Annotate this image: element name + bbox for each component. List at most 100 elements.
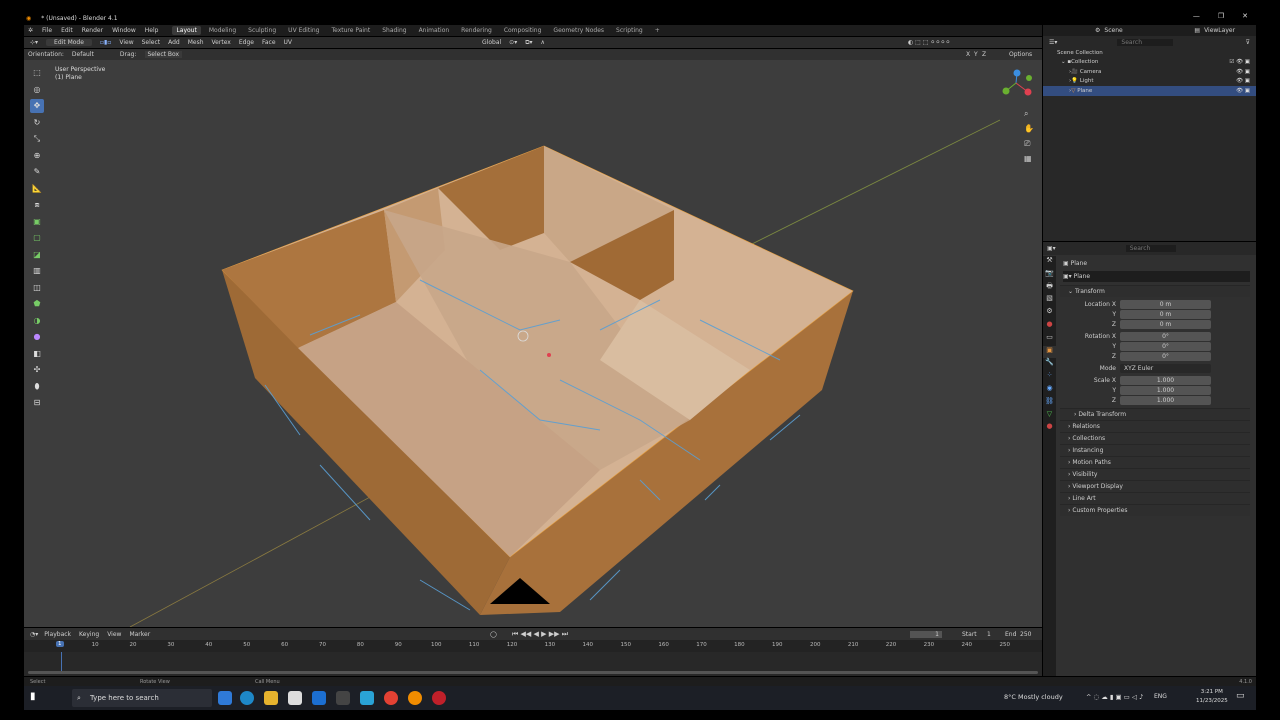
chrome-icon[interactable] — [384, 691, 398, 705]
end-frame-field[interactable]: 250 — [1020, 631, 1031, 638]
smooth-tool-icon[interactable]: ● — [30, 330, 44, 344]
mirror-y-toggle[interactable]: Y — [974, 51, 978, 58]
menu-file[interactable]: File — [42, 27, 52, 34]
menu-face[interactable]: Face — [262, 39, 276, 46]
outliner-plane[interactable]: › ▽ Plane 👁 ▣ — [1043, 86, 1256, 96]
menu-uv[interactable]: UV — [284, 39, 293, 46]
mail-icon[interactable] — [312, 691, 326, 705]
tab-texture-paint[interactable]: Texture Paint — [327, 26, 374, 35]
scale-y-field[interactable]: 1.000 — [1120, 385, 1211, 395]
outliner-scene-collection[interactable]: Scene Collection — [1043, 48, 1256, 58]
orientation-dropdown[interactable]: Default — [72, 51, 112, 58]
tab-rendering[interactable]: Rendering — [457, 26, 496, 35]
editor-type-icon[interactable]: ◔▾ — [30, 631, 38, 638]
menu-help[interactable]: Help — [145, 27, 159, 34]
mode-dropdown[interactable]: Edit Mode — [46, 39, 92, 46]
rotate-tool-icon[interactable]: ↻ — [30, 116, 44, 130]
menu-select[interactable]: Select — [142, 39, 161, 46]
autokey-toggle[interactable]: ◯ — [490, 631, 497, 638]
maximize-button[interactable]: ❐ — [1218, 12, 1224, 20]
camera-view-icon[interactable]: ⎚ — [1024, 136, 1034, 151]
edge-icon[interactable] — [240, 691, 254, 705]
keying-menu[interactable]: Keying — [79, 631, 99, 638]
viewport-display-panel[interactable]: › Viewport Display — [1060, 480, 1250, 492]
custom-properties-panel[interactable]: › Custom Properties — [1060, 504, 1250, 516]
pan-hand-icon[interactable]: ✋ — [1024, 121, 1034, 136]
tab-layout[interactable]: Layout — [172, 26, 201, 35]
marker-menu[interactable]: Marker — [129, 631, 150, 638]
extrude-tool-icon[interactable]: ▣ — [30, 215, 44, 229]
language-indicator[interactable]: ENG — [1154, 693, 1167, 700]
weather-widget[interactable]: 8°C Mostly cloudy — [1004, 693, 1063, 701]
annotate-tool-icon[interactable]: ✎ — [30, 165, 44, 179]
mirror-z-toggle[interactable]: Z — [982, 51, 986, 58]
location-y-field[interactable]: 0 m — [1120, 309, 1211, 319]
playback-menu[interactable]: Playback — [44, 631, 71, 638]
transform-orientation-dropdown[interactable]: Global — [482, 39, 501, 46]
collection-tab-icon[interactable]: ▭ — [1043, 333, 1056, 346]
file-explorer-icon[interactable] — [264, 691, 278, 705]
minimize-button[interactable]: — — [1193, 12, 1200, 20]
outliner-light[interactable]: › 💡 Light 👁 ▣ — [1043, 77, 1256, 87]
tab-scripting[interactable]: Scripting — [612, 26, 647, 35]
transform-panel-header[interactable]: ⌄ Transform — [1060, 285, 1250, 297]
collections-panel[interactable]: › Collections — [1060, 432, 1250, 444]
outliner-search[interactable]: Search — [1117, 38, 1174, 46]
store-icon[interactable] — [288, 691, 302, 705]
outliner-camera[interactable]: › 🎥 Camera 👁 ▣ — [1043, 67, 1256, 77]
taskbar-search[interactable]: ⌕ Type here to search — [72, 689, 212, 707]
motion-paths-panel[interactable]: › Motion Paths — [1060, 456, 1250, 468]
tray-icons[interactable]: ^ ◌ ☁ ▮ ▣ ▭ ◁ ♪ — [1086, 693, 1143, 701]
poly-build-tool-icon[interactable]: ⬟ — [30, 297, 44, 311]
scene-field[interactable]: Scene — [1104, 27, 1184, 34]
mirror-x-toggle[interactable]: X — [966, 51, 970, 58]
shear-tool-icon[interactable]: ⬮ — [30, 380, 44, 394]
location-z-field[interactable]: 0 m — [1120, 319, 1211, 329]
editor-type-icon[interactable]: ▣▾ — [1047, 245, 1056, 252]
spin-tool-icon[interactable]: ◑ — [30, 314, 44, 328]
timeline-scrollbar[interactable] — [28, 671, 1038, 674]
add-cube-tool-icon[interactable]: ⧈ — [30, 198, 44, 212]
frame-ruler[interactable]: 1 10 20 30 40 50 60 70 80 90 100 110 120 130 140 150 16… — [24, 640, 1042, 652]
playhead[interactable]: 1 — [56, 641, 64, 647]
menu-view[interactable]: View — [119, 39, 133, 46]
proportional-edit-icon[interactable]: ∧ — [541, 39, 545, 46]
rotation-y-field[interactable]: 0° — [1120, 341, 1211, 351]
properties-search[interactable]: Search — [1125, 245, 1176, 252]
tab-shading[interactable]: Shading — [378, 26, 410, 35]
tab-uv-editing[interactable]: UV Editing — [284, 26, 323, 35]
menu-edit[interactable]: Edit — [61, 27, 73, 34]
scale-tool-icon[interactable]: ⤡ — [30, 132, 44, 146]
edge-slide-tool-icon[interactable]: ◧ — [30, 347, 44, 361]
rip-tool-icon[interactable]: ⊟ — [30, 396, 44, 410]
tab-geometry-nodes[interactable]: Geometry Nodes — [549, 26, 608, 35]
visibility-eye-icon[interactable]: 👁 ▣ — [1236, 69, 1250, 75]
location-x-field[interactable]: 0 m — [1120, 299, 1211, 309]
tab-sculpting[interactable]: Sculpting — [244, 26, 280, 35]
scale-x-field[interactable]: 1.000 — [1120, 375, 1211, 385]
outliner-collection[interactable]: ⌄ ▪ Collection ☑ 👁 ▣ — [1043, 58, 1256, 68]
constraints-tab-icon[interactable]: ⛓ — [1043, 397, 1056, 410]
snap-icon[interactable]: ⧉▾ — [525, 39, 532, 47]
loop-cut-tool-icon[interactable]: ▥ — [30, 264, 44, 278]
render-tab-icon[interactable]: 📷 — [1043, 269, 1056, 282]
data-tab-icon[interactable]: ▽ — [1043, 410, 1056, 423]
playback-controls[interactable]: ⏮ ◀◀ ◀ ▶ ▶▶ ⏭ — [512, 630, 568, 639]
material-tab-icon[interactable]: ● — [1043, 422, 1056, 435]
add-workspace-button[interactable]: + — [651, 26, 664, 35]
inset-tool-icon[interactable]: ▢ — [30, 231, 44, 245]
menu-edge[interactable]: Edge — [239, 39, 254, 46]
measure-tool-icon[interactable]: 📐 — [30, 182, 44, 196]
tab-compositing[interactable]: Compositing — [500, 26, 546, 35]
tool-tab-icon[interactable]: ⚒ — [1043, 256, 1056, 269]
pivot-icon[interactable]: ⊙▾ — [509, 39, 517, 46]
filter-icon[interactable]: ⊽ — [1246, 39, 1250, 46]
object-tab-icon[interactable]: ▣ — [1043, 345, 1056, 359]
move-tool-icon[interactable]: ✥ — [30, 99, 44, 113]
visibility-panel[interactable]: › Visibility — [1060, 468, 1250, 480]
drag-dropdown[interactable]: Select Box — [144, 51, 183, 58]
select-tool-icon[interactable]: ⬚ — [30, 66, 44, 80]
menu-add[interactable]: Add — [168, 39, 180, 46]
scene-tab-icon[interactable]: ⚙ — [1043, 307, 1056, 320]
view-layer-field[interactable]: ViewLayer — [1204, 27, 1235, 34]
